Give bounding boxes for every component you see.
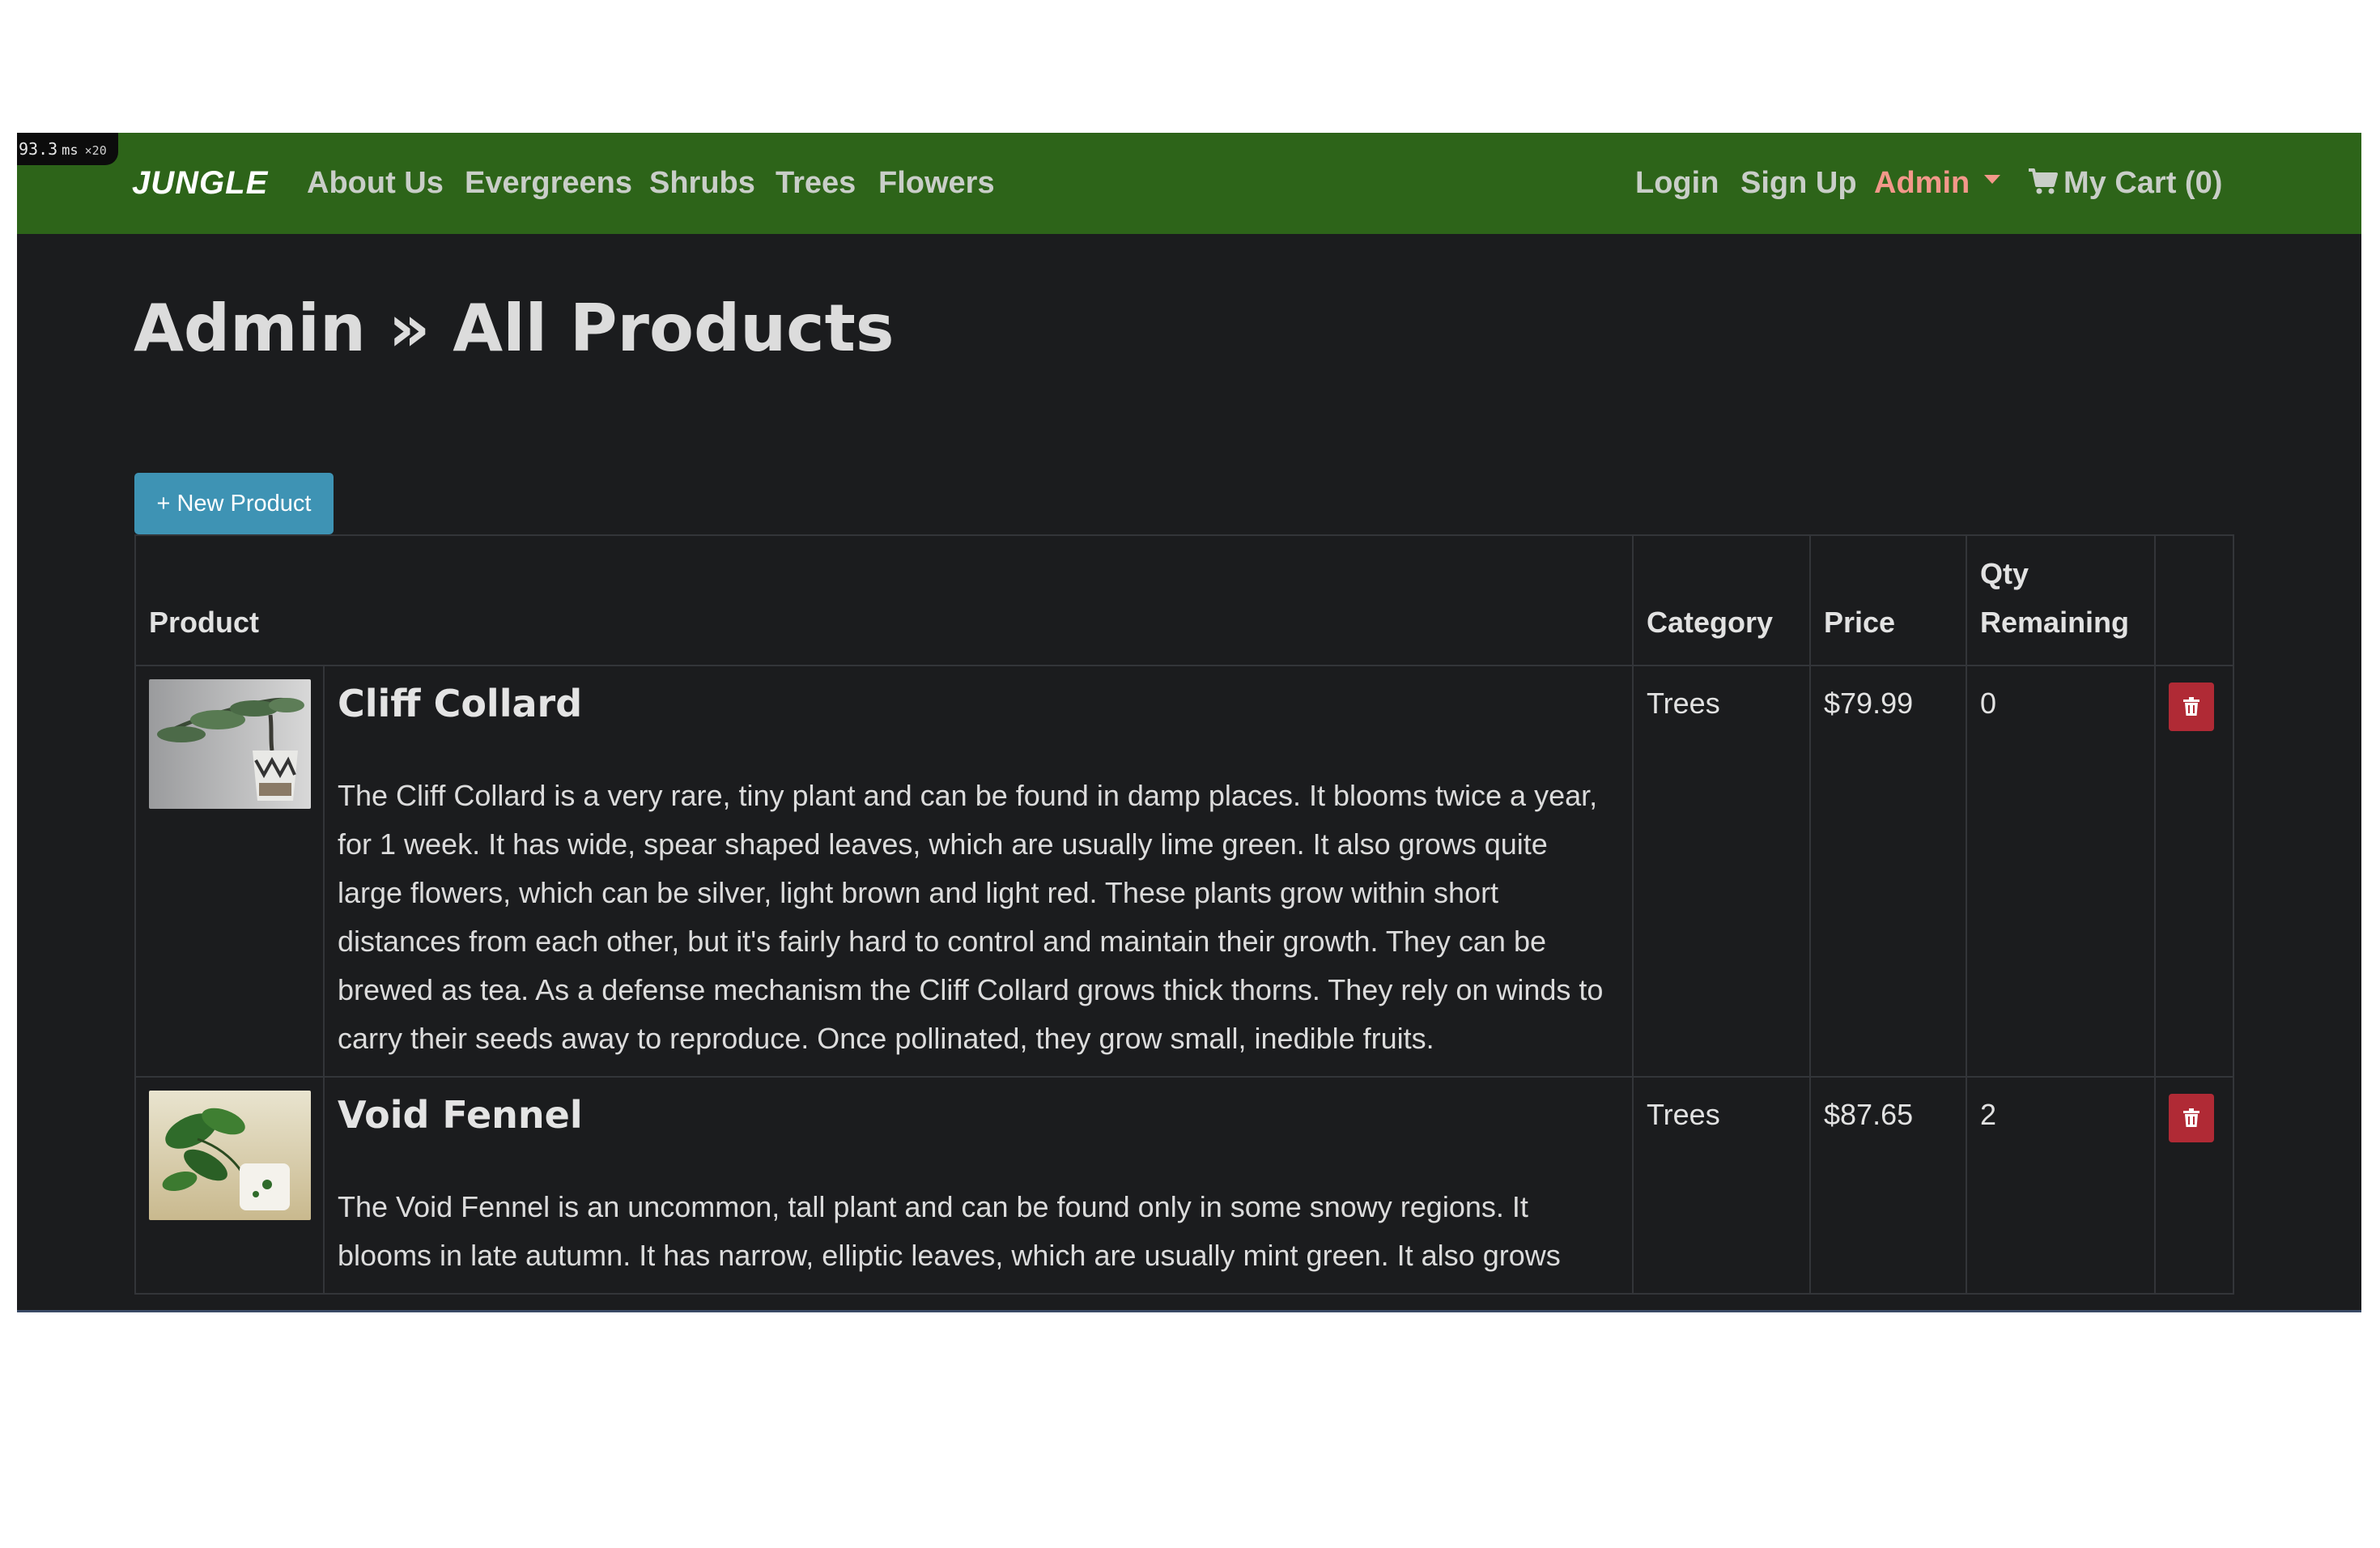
delete-product-button[interactable]	[2169, 683, 2215, 731]
header-actions	[2154, 534, 2235, 666]
nav-trees[interactable]: Trees	[776, 133, 856, 234]
product-price: $87.65	[1809, 1076, 1968, 1295]
nav-about-us[interactable]: About Us	[307, 133, 444, 234]
trash-icon	[2183, 1108, 2200, 1127]
nav-admin-dropdown[interactable]: Admin	[1874, 133, 2001, 234]
header-price: Price	[1809, 534, 1968, 666]
product-info-cell: Cliff Collard The Cliff Collard is a ver…	[322, 665, 1634, 1078]
page-title: Admin » All Products	[134, 291, 895, 366]
product-image-cell	[134, 1076, 325, 1295]
nav-admin-label: Admin	[1874, 166, 1970, 200]
product-qty: 2	[1966, 1076, 2157, 1295]
product-actions-cell	[2154, 665, 2235, 1078]
product-qty: 0	[1966, 665, 2157, 1078]
product-name[interactable]: Cliff Collard	[338, 679, 1619, 728]
nav-shrubs[interactable]: Shrubs	[649, 133, 755, 234]
product-image-cell	[134, 665, 325, 1078]
brand-logo[interactable]: JUNGLE	[132, 133, 268, 234]
nav-evergreens[interactable]: Evergreens	[465, 133, 632, 234]
bonsai-tree-image	[149, 679, 311, 809]
nav-my-cart[interactable]: My Cart (0)	[2028, 133, 2222, 234]
product-info-cell: Void Fennel The Void Fennel is an uncomm…	[322, 1076, 1634, 1295]
product-description: The Cliff Collard is a very rare, tiny p…	[338, 779, 1604, 1055]
nav-sign-up[interactable]: Sign Up	[1740, 133, 1857, 234]
navbar: JUNGLE About Us Evergreens Shrubs Trees …	[17, 133, 2361, 234]
caret-down-icon	[1984, 175, 2001, 185]
shopping-cart-icon	[2029, 168, 2058, 194]
nav-cart-label: My Cart (0)	[2063, 166, 2223, 200]
product-category: Trees	[1632, 1076, 1812, 1295]
product-name[interactable]: Void Fennel	[338, 1091, 1619, 1139]
potted-plant-image	[149, 1091, 311, 1220]
product-category: Trees	[1632, 665, 1812, 1078]
trash-icon	[2183, 697, 2200, 716]
perf-multiplier: ×20	[84, 143, 107, 158]
nav-login[interactable]: Login	[1635, 133, 1719, 234]
header-product: Product	[134, 534, 1634, 666]
perf-unit: ms	[62, 142, 79, 159]
header-category: Category	[1632, 534, 1812, 666]
product-price: $79.99	[1809, 665, 1968, 1078]
nav-flowers[interactable]: Flowers	[878, 133, 995, 234]
perf-overlay: 93.3 ms ×20	[17, 133, 118, 165]
products-table: Product Category Price Qty Remaining Cli…	[134, 534, 2235, 1295]
perf-time: 93.3	[19, 139, 58, 159]
table-row: Cliff Collard The Cliff Collard is a ver…	[134, 665, 2235, 1078]
product-actions-cell	[2154, 1076, 2235, 1295]
header-qty-remaining: Qty Remaining	[1966, 534, 2157, 666]
product-description: The Void Fennel is an uncommon, tall pla…	[338, 1190, 1561, 1272]
browser-viewport: 93.3 ms ×20 JUNGLE About Us Evergreens Shr…	[17, 133, 2361, 1312]
table-header-row: Product Category Price Qty Remaining	[134, 534, 2235, 666]
delete-product-button[interactable]	[2169, 1094, 2215, 1142]
table-row: Void Fennel The Void Fennel is an uncomm…	[134, 1076, 2235, 1295]
new-product-button[interactable]: + New Product	[134, 473, 334, 534]
